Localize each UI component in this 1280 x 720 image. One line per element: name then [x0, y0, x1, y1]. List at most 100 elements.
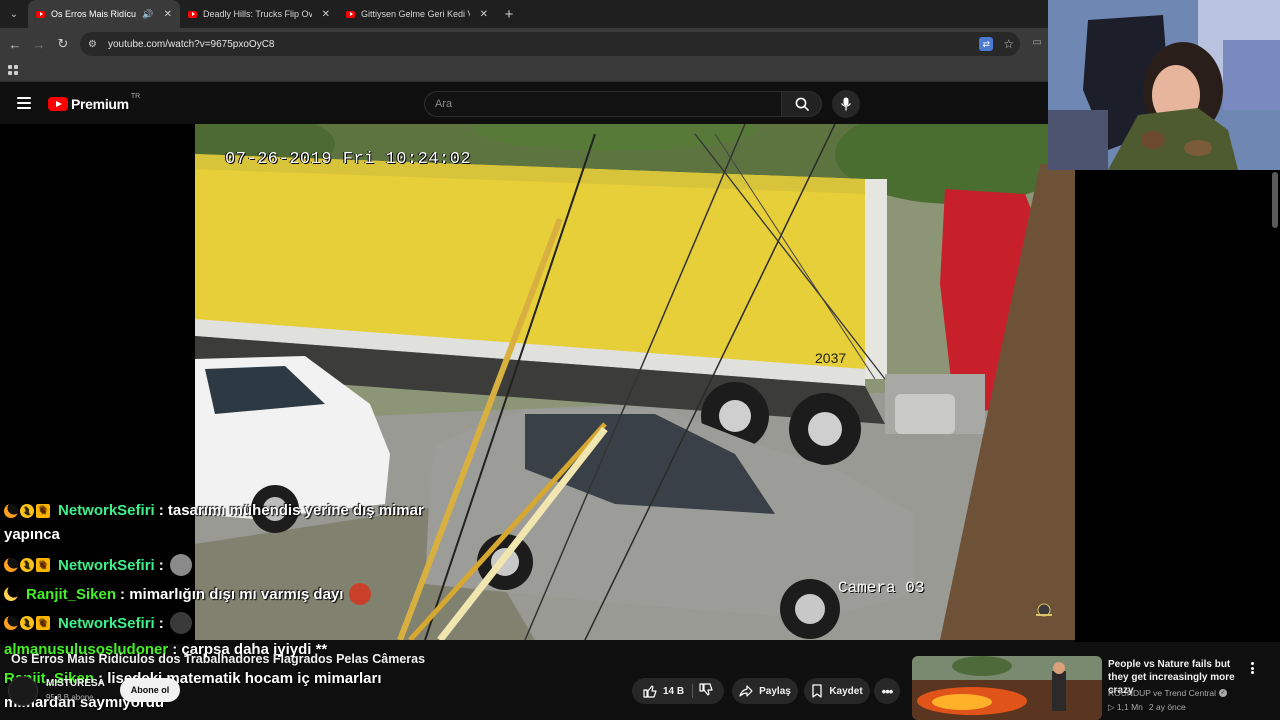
address-bar[interactable]: ⚙ youtube.com/watch?v=9675pxoOyC8 ⇄ ☆ — [80, 32, 1020, 56]
right-empty-area — [1075, 170, 1280, 642]
save-label: Kaydet — [829, 685, 863, 697]
chat-message: 1 ♛ NetworkSefiri : tasarımı mühendis yer… — [4, 502, 424, 519]
subscriber-count: 95,8 B abone — [46, 693, 94, 702]
search-input[interactable] — [435, 98, 781, 110]
channel-avatar[interactable] — [8, 676, 38, 706]
chat-text: yapınca — [4, 526, 60, 543]
upload-age: 2 ay önce — [1148, 702, 1186, 712]
youtube-header: Premium TR — [0, 84, 1048, 124]
translate-icon[interactable]: ⇄ — [979, 37, 994, 51]
youtube-play-logo-icon — [48, 97, 68, 111]
camera-timestamp-overlay: 07-26-2019 Fri 10:24:02 — [225, 150, 472, 169]
tab-title: Deadly Hills: Trucks Flip Over C — [203, 9, 312, 19]
chat-username: NetworkSefiri — [58, 614, 155, 632]
view-count: 1,1 Mn — [1116, 702, 1143, 712]
youtube-premium-logo[interactable]: Premium TR — [48, 92, 141, 112]
thumbs-down-icon — [699, 682, 713, 696]
voice-search-button[interactable] — [832, 90, 860, 118]
tier-badge-icon: 1 — [20, 503, 34, 518]
chat-message-continuation: yapınca — [4, 526, 60, 543]
apps-grid-icon[interactable] — [8, 65, 18, 75]
chat-text: : tasarımı mühendis yerine dış mimar — [158, 502, 424, 519]
search-box[interactable] — [424, 91, 782, 117]
chat-text: : — [158, 614, 164, 632]
kebab-menu-icon[interactable] — [1246, 660, 1258, 676]
chat-username: NetworkSefiri — [58, 556, 155, 574]
recommended-meta: ▷ 1,1 Mn 2 ay önce — [1108, 702, 1186, 713]
bookmark-icon — [812, 684, 822, 698]
bookmark-star-icon[interactable]: ☆ — [1003, 37, 1014, 51]
forward-arrow-icon[interactable]: → — [27, 28, 51, 60]
moon-badge-icon — [4, 587, 18, 601]
recommended-channel-name: ROUNDUP ve Trend Central — [1108, 688, 1217, 698]
chat-username: NetworkSefiri — [58, 502, 155, 519]
tab-close-icon[interactable]: ✕ — [480, 9, 488, 20]
play-small-icon: ▷ — [1108, 702, 1117, 712]
browser-tab-bar: ⌄ Os Erros Mais Ridículos do 🔊 ✕ Deadly … — [0, 0, 1048, 28]
youtube-favicon-icon — [36, 10, 45, 18]
tab-deadly-hills[interactable]: Deadly Hills: Trucks Flip Over C ✕ — [180, 0, 338, 28]
tab-active-video[interactable]: Os Erros Mais Ridículos do 🔊 ✕ — [28, 0, 180, 28]
page-scrollbar[interactable] — [1272, 172, 1278, 228]
chat-text: : — [158, 556, 164, 574]
tab-close-icon[interactable]: ✕ — [164, 9, 172, 20]
chat-message: 1 ♛ NetworkSefiri : — [4, 554, 192, 576]
chat-text: : mimarlığın dışı mı varmış dayı — [120, 585, 344, 603]
streamer-webcam — [1048, 0, 1280, 170]
region-code: TR — [130, 92, 141, 100]
like-button[interactable]: 14 B — [643, 684, 694, 698]
camera-label-overlay: Camera 03 — [838, 579, 925, 597]
video-title: Os Erros Mais Ridículos dos Trabalhadore… — [11, 652, 426, 666]
moon-badge-icon — [4, 558, 18, 572]
more-actions-button[interactable]: ••• — [874, 678, 900, 704]
dislike-button[interactable] — [699, 682, 713, 700]
subscribe-button[interactable]: Abone ol — [120, 678, 180, 702]
audio-playing-icon[interactable]: 🔊 — [142, 9, 153, 20]
bookmarks-bar — [0, 60, 1048, 82]
logo-text: Premium — [71, 96, 129, 112]
tab-close-icon[interactable]: ✕ — [322, 9, 330, 20]
tier-badge-icon: 1 — [20, 558, 34, 572]
tab-search-chevron-icon[interactable]: ⌄ — [0, 0, 28, 28]
tab-gittiysen[interactable]: Gittiysen Gelme Geri Kedi Versi ✕ — [338, 0, 496, 28]
tab-title: Gittiysen Gelme Geri Kedi Versi — [361, 9, 470, 19]
like-dislike-group: 14 B — [632, 678, 724, 704]
reload-icon[interactable]: ↻ — [51, 28, 75, 60]
back-arrow-icon[interactable]: ← — [3, 28, 27, 60]
trailer-number: 2037 — [815, 350, 847, 366]
chat-emote-icon — [169, 554, 192, 576]
chat-message: 1 ♛ NetworkSefiri : — [4, 612, 192, 634]
thumbs-up-icon — [643, 685, 657, 698]
share-label: Paylaş — [759, 685, 791, 697]
views-with-play-icon: ▷ 1,1 Mn — [1108, 702, 1143, 713]
tier-badge-icon: 1 — [20, 616, 34, 630]
url-text: youtube.com/watch?v=9675pxoOyC8 — [108, 38, 275, 50]
moon-badge-icon — [4, 503, 18, 518]
site-settings-icon[interactable]: ⚙ — [88, 39, 102, 50]
tab-title: Os Erros Mais Ridículos do — [51, 9, 137, 19]
crown-badge-icon: ♛ — [36, 616, 50, 630]
channel-name[interactable]: MISTURESA — [46, 678, 105, 689]
like-count: 14 B — [662, 685, 685, 697]
share-arrow-icon — [739, 685, 753, 697]
menu-hamburger-icon[interactable] — [17, 97, 31, 109]
crown-badge-icon: ♛ — [36, 503, 50, 518]
verified-check-icon: ✓ — [1219, 689, 1228, 697]
new-tab-button[interactable]: + — [496, 0, 522, 28]
channel-watermark-icon[interactable] — [1033, 602, 1055, 618]
recommended-video-thumbnail[interactable] — [912, 656, 1102, 720]
search-button[interactable] — [782, 91, 822, 117]
webcam-image — [1048, 0, 1280, 170]
crown-badge-icon: ♛ — [36, 558, 50, 572]
save-button[interactable]: Kaydet — [804, 678, 870, 704]
moon-badge-icon — [4, 616, 18, 630]
more-horizontal-icon: ••• — [881, 683, 894, 699]
recommended-channel[interactable]: ROUNDUP ve Trend Central ✓ — [1108, 688, 1228, 698]
search-icon — [795, 97, 809, 111]
chat-message: Ranjit_Siken : mimarlığın dışı mı varmış… — [4, 583, 372, 605]
thumbnail-image — [912, 656, 1102, 720]
extension-icon[interactable]: ▭ — [1033, 37, 1042, 48]
chat-emote-icon — [349, 583, 372, 605]
youtube-favicon-icon — [188, 10, 197, 18]
share-button[interactable]: Paylaş — [732, 678, 798, 704]
